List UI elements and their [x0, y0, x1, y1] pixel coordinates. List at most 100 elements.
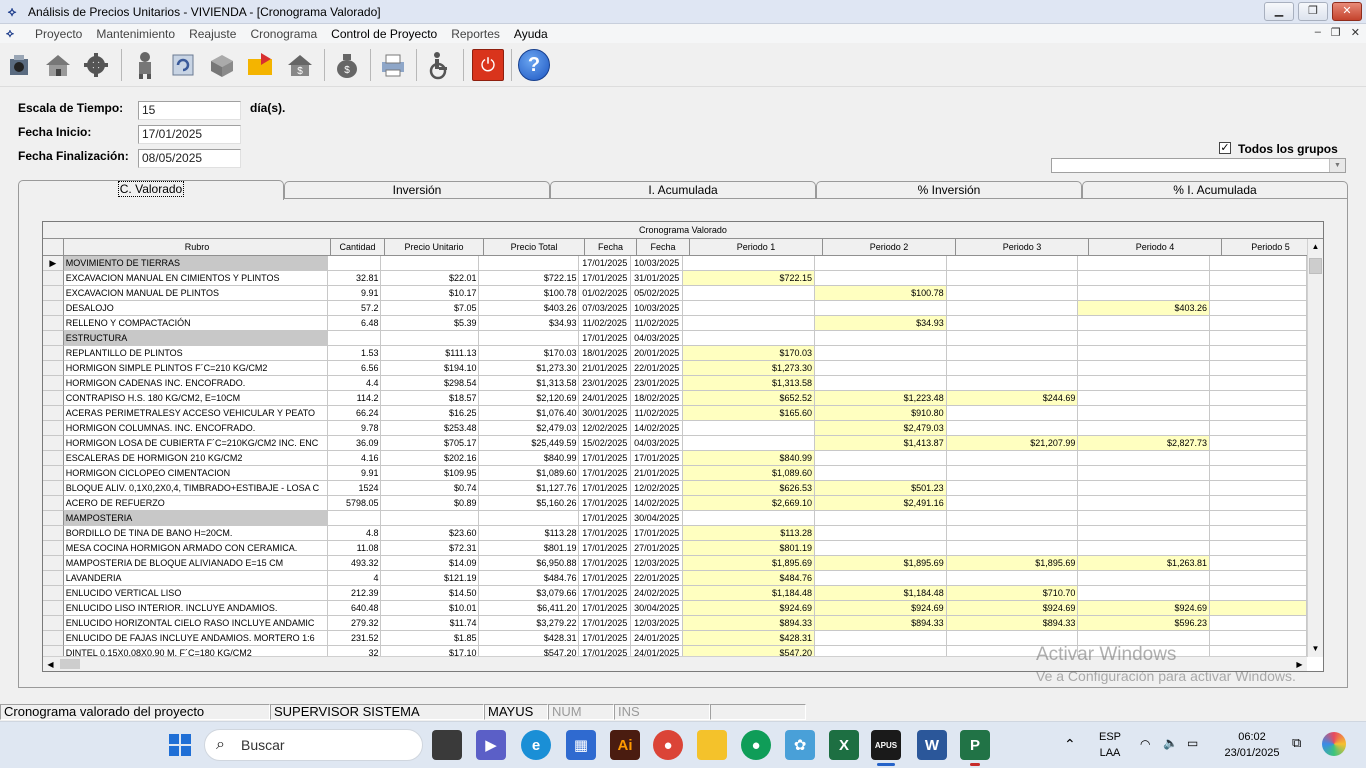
precio-total-cell[interactable]: $170.03	[479, 346, 580, 361]
cantidad-cell[interactable]	[328, 331, 382, 346]
cantidad-cell[interactable]: 5798.05	[328, 496, 382, 511]
row-selector[interactable]	[43, 451, 64, 466]
fecha-fin-cell[interactable]: 27/01/2025	[630, 541, 684, 556]
periodo-cell[interactable]	[1078, 466, 1210, 481]
periodo-cell[interactable]	[1209, 421, 1307, 436]
periodo-cell[interactable]	[946, 286, 1079, 301]
periodo-cell[interactable]	[946, 271, 1079, 286]
cantidad-cell[interactable]: 9.91	[328, 286, 382, 301]
table-row[interactable]: MESA COCINA HORMIGON ARMADO CON CERAMICA…	[43, 541, 1307, 556]
periodo-cell[interactable]	[1209, 406, 1307, 421]
periodo-cell[interactable]: $1,313.58	[683, 376, 816, 391]
table-row[interactable]: BLOQUE ALIV. 0,1X0,2X0,4, TIMBRADO+ESTIB…	[43, 481, 1307, 496]
precio-unitario-cell[interactable]: $22.01	[381, 271, 480, 286]
periodo-cell[interactable]: $2,669.10	[683, 496, 816, 511]
precio-unitario-cell[interactable]: $10.01	[381, 601, 480, 616]
column-header[interactable]: Precio Unitario	[385, 239, 484, 256]
fecha-inicio-cell[interactable]: 01/02/2025	[579, 286, 631, 301]
periodo-cell[interactable]	[1078, 511, 1210, 526]
row-selector[interactable]	[43, 466, 64, 481]
rubro-cell[interactable]: ENLUCIDO LISO INTERIOR. INCLUYE ANDAMIOS…	[63, 601, 328, 616]
fecha-inicio-cell[interactable]: 17/01/2025	[579, 481, 631, 496]
fecha-fin-cell[interactable]: 24/01/2025	[630, 631, 684, 646]
group-row[interactable]: MAMPOSTERIA 17/01/2025 30/04/2025	[43, 511, 1307, 526]
precio-unitario-cell[interactable]: $705.17	[381, 436, 480, 451]
periodo-cell[interactable]	[1078, 361, 1210, 376]
table-row[interactable]: BORDILLO DE TINA DE BANO H=20CM. 4.8 $23.6…	[43, 526, 1307, 541]
periodo-cell[interactable]: $244.69	[946, 391, 1079, 406]
cantidad-cell[interactable]: 11.08	[328, 541, 382, 556]
fecha-inicio-cell[interactable]: 30/01/2025	[579, 406, 631, 421]
rubro-cell[interactable]: BLOQUE ALIV. 0,1X0,2X0,4, TIMBRADO+ESTIB…	[63, 481, 328, 496]
periodo-cell[interactable]	[946, 361, 1079, 376]
periodo-cell[interactable]: $840.99	[683, 451, 816, 466]
periodo-cell[interactable]	[1209, 331, 1307, 346]
scroll-left-icon[interactable]: ◀	[43, 657, 58, 671]
periodo-cell[interactable]: $924.69	[683, 601, 816, 616]
excel-icon[interactable]: X	[829, 730, 859, 760]
refresh-icon[interactable]	[165, 47, 201, 83]
periodo-cell[interactable]	[1209, 481, 1307, 496]
periodo-cell[interactable]	[815, 541, 947, 556]
fecha-inicio-cell[interactable]: 11/02/2025	[579, 316, 631, 331]
fecha-inicio-input[interactable]: 17/01/2025	[138, 125, 241, 144]
periodo-cell[interactable]	[815, 376, 947, 391]
table-row[interactable]: ACERO DE REFUERZO 5798.05 $0.89 $5,160.26 17…	[43, 496, 1307, 511]
fecha-fin-cell[interactable]: 17/01/2025	[630, 451, 684, 466]
periodo-cell[interactable]	[1209, 376, 1307, 391]
precio-total-cell[interactable]: $3,279.22	[479, 616, 580, 631]
fecha-inicio-cell[interactable]: 17/01/2025	[579, 571, 631, 586]
cantidad-cell[interactable]: 1.53	[328, 346, 382, 361]
fecha-fin-cell[interactable]: 23/01/2025	[630, 376, 684, 391]
cantidad-cell[interactable]: 6.56	[328, 361, 382, 376]
rubro-cell[interactable]: DESALOJO	[63, 301, 328, 316]
precio-unitario-cell[interactable]	[381, 511, 480, 526]
menu-reportes[interactable]: Reportes	[444, 27, 507, 41]
fecha-fin-cell[interactable]: 04/03/2025	[630, 436, 684, 451]
precio-unitario-cell[interactable]: $23.60	[381, 526, 480, 541]
periodo-cell[interactable]	[1209, 391, 1307, 406]
periodo-cell[interactable]	[815, 466, 947, 481]
chrome-profile-icon[interactable]: ●	[741, 730, 771, 760]
periodo-cell[interactable]	[1209, 256, 1307, 271]
periodo-cell[interactable]	[1078, 421, 1210, 436]
periodo-cell[interactable]	[1209, 616, 1307, 631]
cantidad-cell[interactable]: 4.16	[328, 451, 382, 466]
cantidad-cell[interactable]: 57.2	[328, 301, 382, 316]
lang-code[interactable]: ESP	[1098, 731, 1122, 743]
fecha-fin-cell[interactable]: 12/03/2025	[630, 556, 684, 571]
cantidad-cell[interactable]	[328, 256, 382, 271]
meet-icon[interactable]: ▶	[476, 730, 506, 760]
periodo-cell[interactable]	[946, 511, 1079, 526]
task-view-icon[interactable]	[432, 730, 462, 760]
fecha-inicio-cell[interactable]: 15/02/2025	[579, 436, 631, 451]
periodo-cell[interactable]: $924.69	[946, 601, 1079, 616]
periodo-cell[interactable]	[1209, 541, 1307, 556]
menu-cronograma[interactable]: Cronograma	[243, 27, 324, 41]
periodo-cell[interactable]: $1,895.69	[946, 556, 1079, 571]
row-selector[interactable]	[43, 556, 64, 571]
periodo-cell[interactable]: $501.23	[815, 481, 947, 496]
fecha-inicio-cell[interactable]: 17/01/2025	[579, 466, 631, 481]
hscroll-thumb[interactable]	[60, 659, 80, 669]
precio-unitario-cell[interactable]	[381, 331, 480, 346]
periodo-cell[interactable]	[1209, 286, 1307, 301]
menu-control-de-proyecto[interactable]: Control de Proyecto	[324, 27, 444, 41]
edge-icon[interactable]: e	[521, 730, 551, 760]
periodo-cell[interactable]	[946, 316, 1079, 331]
periodo-cell[interactable]	[1078, 346, 1210, 361]
table-row[interactable]: ENLUCIDO VERTICAL LISO 212.39 $14.50 $3,079…	[43, 586, 1307, 601]
start-button[interactable]	[165, 730, 195, 760]
precio-total-cell[interactable]: $6,950.88	[479, 556, 580, 571]
row-selector[interactable]	[43, 526, 64, 541]
precio-total-cell[interactable]: $1,076.40	[479, 406, 580, 421]
periodo-cell[interactable]: $165.60	[683, 406, 816, 421]
periodo-cell[interactable]	[1078, 571, 1210, 586]
rubro-cell[interactable]: ESTRUCTURA	[63, 331, 328, 346]
fecha-fin-cell[interactable]: 14/02/2025	[630, 496, 684, 511]
row-selector[interactable]	[43, 346, 64, 361]
row-selector[interactable]	[43, 376, 64, 391]
periodo-cell[interactable]: $596.23	[1078, 616, 1210, 631]
precio-unitario-cell[interactable]: $18.57	[381, 391, 480, 406]
precio-total-cell[interactable]	[479, 256, 580, 271]
